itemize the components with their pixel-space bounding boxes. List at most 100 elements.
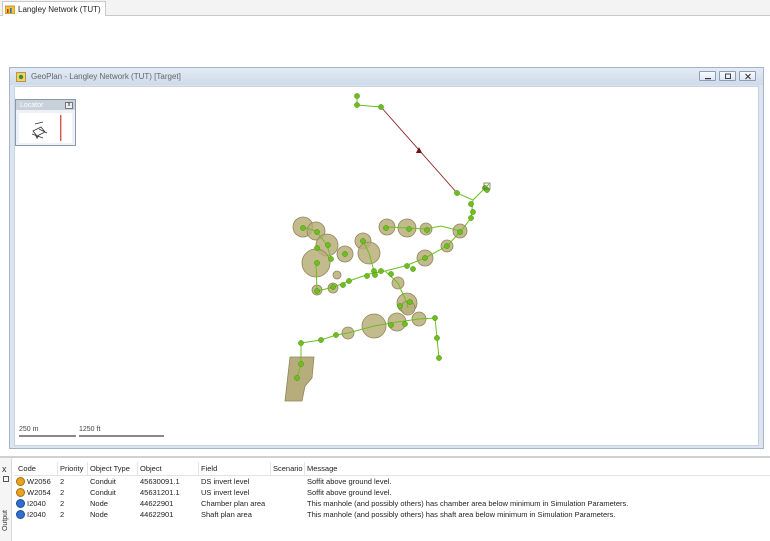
- row-object-type: Node: [90, 499, 108, 508]
- manhole-node[interactable]: [457, 229, 463, 235]
- manhole-node[interactable]: [388, 271, 394, 277]
- manhole-node[interactable]: [407, 299, 413, 305]
- geoplan-map-canvas[interactable]: Locator x 250 m 1250 ft: [14, 86, 759, 446]
- row-field: Chamber plan area: [201, 499, 266, 508]
- column-header-field[interactable]: Field: [201, 464, 217, 473]
- manhole-node[interactable]: [410, 266, 416, 272]
- manhole-node[interactable]: [383, 225, 389, 231]
- row-object: 44622901: [140, 499, 174, 508]
- document-tab-label: Langley Network (TUT): [18, 4, 101, 14]
- conduit-link[interactable]: [356, 96, 382, 108]
- row-message: Soffit above ground level.: [307, 488, 392, 497]
- close-window-button[interactable]: [739, 71, 756, 81]
- row-message: This manhole (and possibly others) has c…: [307, 499, 629, 508]
- column-separator: [304, 462, 305, 475]
- network-icon: [5, 5, 15, 14]
- document-tab[interactable]: Langley Network (TUT): [2, 1, 106, 16]
- output-panel-tab: x Output: [0, 458, 12, 541]
- manhole-node[interactable]: [314, 229, 320, 235]
- manhole-node[interactable]: [300, 225, 306, 231]
- output-table-header: Code Priority Object Type Object Field S…: [14, 462, 770, 476]
- manhole-node[interactable]: [468, 201, 474, 207]
- maximize-icon: [725, 73, 731, 79]
- row-code: I2040: [27, 510, 46, 519]
- manhole-node[interactable]: [354, 102, 360, 108]
- table-row[interactable]: I2040 2 Node 44622901 Chamber plan area …: [14, 498, 770, 509]
- manhole-node[interactable]: [333, 332, 339, 338]
- manhole-node[interactable]: [372, 272, 378, 278]
- manhole-node[interactable]: [342, 251, 348, 257]
- manhole-node[interactable]: [314, 245, 320, 251]
- manhole-node[interactable]: [340, 282, 346, 288]
- manhole-node[interactable]: [454, 190, 460, 196]
- manhole-node[interactable]: [314, 288, 320, 294]
- table-row[interactable]: W2054 2 Conduit 45631201.1 US invert lev…: [14, 487, 770, 498]
- manhole-node[interactable]: [436, 355, 442, 361]
- locator-titlebar: Locator x: [16, 100, 75, 110]
- output-table: Code Priority Object Type Object Field S…: [14, 462, 770, 520]
- manhole-node[interactable]: [298, 361, 304, 367]
- locator-panel[interactable]: Locator x: [15, 99, 76, 146]
- chamber[interactable]: [332, 270, 342, 280]
- row-priority: 2: [60, 499, 65, 508]
- output-close-button[interactable]: x: [2, 464, 7, 474]
- column-header-scenario[interactable]: Scenario: [273, 464, 303, 473]
- manhole-node[interactable]: [325, 242, 331, 248]
- column-header-object-type[interactable]: Object Type: [90, 464, 130, 473]
- geoplan-title: GeoPlan - Langley Network (TUT) [Target]: [31, 72, 181, 81]
- column-header-object[interactable]: Object: [140, 464, 162, 473]
- manhole-node[interactable]: [434, 335, 440, 341]
- manhole-node[interactable]: [354, 93, 360, 99]
- column-header-priority[interactable]: Priority: [60, 464, 83, 473]
- column-separator: [198, 462, 199, 475]
- locator-close-button[interactable]: x: [65, 101, 73, 109]
- manhole-node[interactable]: [432, 315, 438, 321]
- column-separator: [270, 462, 271, 475]
- manhole-node[interactable]: [468, 215, 474, 221]
- row-object: 44622901: [140, 510, 174, 519]
- column-separator: [87, 462, 88, 475]
- manhole-node[interactable]: [406, 226, 412, 232]
- output-pin-icon[interactable]: [3, 476, 9, 482]
- row-object: 45631201.1: [140, 488, 180, 497]
- manhole-node[interactable]: [318, 337, 324, 343]
- manhole-node[interactable]: [484, 187, 490, 193]
- minimize-button[interactable]: [699, 71, 716, 81]
- manhole-node[interactable]: [346, 278, 352, 284]
- maximize-button[interactable]: [719, 71, 736, 81]
- row-field: US invert level: [201, 488, 250, 497]
- manhole-node[interactable]: [404, 263, 410, 269]
- manhole-node[interactable]: [397, 303, 403, 309]
- manhole-node[interactable]: [378, 104, 384, 110]
- table-row[interactable]: W2056 2 Conduit 45630091.1 DS invert lev…: [14, 476, 770, 487]
- column-separator: [137, 462, 138, 475]
- manhole-node[interactable]: [298, 340, 304, 346]
- manhole-node[interactable]: [388, 322, 394, 328]
- manhole-node[interactable]: [424, 227, 430, 233]
- warning-icon: [16, 477, 25, 486]
- manhole-node[interactable]: [294, 375, 300, 381]
- manhole-node[interactable]: [422, 255, 428, 261]
- locator-overview[interactable]: [19, 113, 72, 143]
- network-map[interactable]: [15, 87, 759, 446]
- manhole-node[interactable]: [360, 238, 366, 244]
- column-header-message[interactable]: Message: [307, 464, 337, 473]
- manhole-node[interactable]: [364, 273, 370, 279]
- row-priority: 2: [60, 510, 65, 519]
- manhole-node[interactable]: [378, 268, 384, 274]
- output-panel-label[interactable]: Output: [2, 510, 9, 531]
- locator-label: Locator: [20, 101, 44, 109]
- manhole-node[interactable]: [444, 243, 450, 249]
- column-header-code[interactable]: Code: [18, 464, 36, 473]
- manhole-node[interactable]: [314, 260, 320, 266]
- output-panel: x Output Code Priority Object Type Objec…: [0, 456, 770, 541]
- manhole-node[interactable]: [470, 209, 476, 215]
- manhole-node[interactable]: [402, 321, 408, 327]
- row-code: W2054: [27, 488, 51, 497]
- manhole-node[interactable]: [330, 284, 336, 290]
- row-message: Soffit above ground level.: [307, 477, 392, 486]
- table-row[interactable]: I2040 2 Node 44622901 Shaft plan area Th…: [14, 509, 770, 520]
- scale-bar-imperial: [79, 435, 164, 437]
- geoplan-titlebar[interactable]: GeoPlan - Langley Network (TUT) [Target]: [10, 68, 763, 85]
- manhole-node[interactable]: [328, 256, 334, 262]
